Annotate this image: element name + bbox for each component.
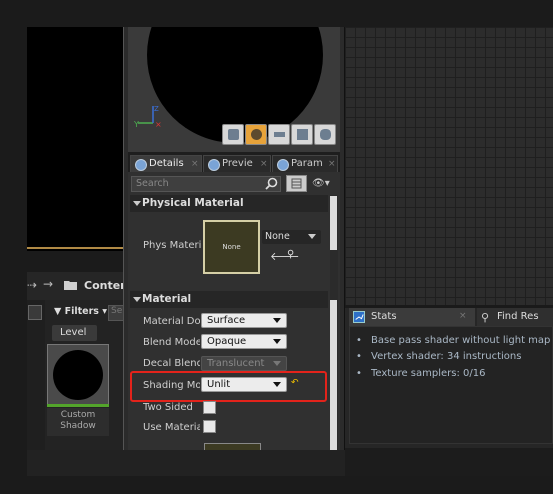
section-physical-material[interactable]: Physical Material <box>130 195 328 212</box>
phys-material-dropdown[interactable]: None <box>262 230 321 244</box>
folder-icon <box>64 281 77 290</box>
search-icon: ⚲ <box>481 311 490 324</box>
use-material-checkbox[interactable] <box>203 420 216 433</box>
forward-arrow-icon[interactable]: → <box>43 277 53 291</box>
plane-preview-button[interactable] <box>268 124 290 145</box>
blend-mode-dropdown[interactable]: Opaque <box>201 334 287 349</box>
view-options-button[interactable]: 👁▾ <box>312 178 336 190</box>
scrollbar-thumb[interactable] <box>330 196 337 250</box>
search-icon[interactable] <box>28 305 42 320</box>
eye-icon: 👁 <box>312 178 325 189</box>
graph-editor-canvas[interactable] <box>345 27 553 305</box>
material-domain-dropdown[interactable]: Surface <box>201 313 287 328</box>
scrollbar-thumb-lower[interactable] <box>330 300 337 450</box>
property-matrix-button[interactable] <box>286 175 307 192</box>
details-search-input[interactable]: Search <box>131 176 281 192</box>
cube-icon <box>297 129 308 140</box>
close-icon[interactable]: × <box>459 311 467 321</box>
close-icon[interactable]: × <box>260 156 268 172</box>
asset-type-bar <box>47 404 109 407</box>
phys-material-label: Phys Materia <box>143 240 201 251</box>
back-arrow-icon[interactable]: ⇢ <box>27 278 37 292</box>
tab-parameters-label: Param <box>291 158 323 169</box>
two-sided-checkbox[interactable] <box>203 401 216 414</box>
stat-line: Vertex shader: 34 instructions <box>356 351 521 362</box>
stat-text: Base pass shader without light map <box>371 335 551 346</box>
tab-preview-label: Previe <box>222 158 253 169</box>
asset-name-label[interactable]: Custom Shadow <box>47 408 109 436</box>
close-icon[interactable]: × <box>328 156 336 172</box>
level-filter-pill[interactable]: Level <box>52 325 97 341</box>
content-browser-sidebar <box>27 300 45 472</box>
info-icon <box>277 159 289 171</box>
stat-line: Texture samplers: 0/16 <box>356 368 485 379</box>
sphere-icon <box>251 129 262 140</box>
filters-label: Filters <box>64 306 99 317</box>
teapot-icon <box>320 129 331 140</box>
filters-button[interactable]: ▼ Filters ▾ <box>54 306 107 317</box>
cylinder-preview-button[interactable] <box>222 124 244 145</box>
info-icon <box>135 159 147 171</box>
tab-details-label: Details <box>149 158 184 169</box>
cube-preview-button[interactable] <box>291 124 313 145</box>
search-icon[interactable] <box>265 177 278 190</box>
info-icon <box>208 159 220 171</box>
section-material[interactable]: Material <box>130 291 328 308</box>
tab-parameters[interactable]: Param × <box>272 155 338 172</box>
tab-details[interactable]: Details × <box>130 155 202 172</box>
sphere-preview-button[interactable] <box>245 124 267 145</box>
svg-text:Y: Y <box>133 120 139 129</box>
material-domain-label: Material Dom <box>143 316 200 327</box>
panel-tab-strip: Details × Previe × Param × <box>128 152 340 172</box>
tab-preview[interactable]: Previe × <box>203 155 271 172</box>
two-sided-label: Two Sided <box>143 402 193 413</box>
stats-icon <box>353 311 365 323</box>
grid-icon <box>291 178 302 189</box>
decal-blend-label: Decal Blend M <box>143 358 200 369</box>
cylinder-icon <box>228 129 239 140</box>
asset-label-line2: Shadow <box>60 421 96 431</box>
preview-shape-toolbar <box>222 124 338 145</box>
viewport-divider <box>27 247 123 249</box>
svg-text:×: × <box>155 120 162 129</box>
custom-mesh-preview-button[interactable] <box>314 124 336 145</box>
phys-material-thumbnail[interactable]: None <box>203 220 260 274</box>
svg-text:Z: Z <box>154 105 159 113</box>
highlight-annotation <box>130 371 327 402</box>
asset-label-line1: Custom <box>60 410 96 420</box>
use-material-label: Use Material <box>143 422 200 433</box>
asset-sphere-preview <box>53 350 103 400</box>
axis-gizmo-icon: Y × Z <box>133 105 162 129</box>
blend-mode-label: Blend Mode <box>143 337 200 348</box>
browse-asset-icon[interactable]: ⚲ <box>287 249 294 260</box>
stat-text: Vertex shader: 34 instructions <box>371 351 522 362</box>
bottom-right-strip <box>345 448 553 476</box>
use-selected-asset-icon[interactable]: 🡐 <box>270 249 300 263</box>
close-icon[interactable]: × <box>191 156 199 172</box>
left-viewport[interactable] <box>27 27 123 251</box>
stat-line: Base pass shader without light map <box>356 335 550 346</box>
decal-blend-dropdown: Translucent <box>201 356 287 371</box>
stat-text: Texture samplers: 0/16 <box>371 368 486 379</box>
plane-icon <box>274 132 285 137</box>
tab-stats[interactable]: Stats <box>349 308 475 326</box>
